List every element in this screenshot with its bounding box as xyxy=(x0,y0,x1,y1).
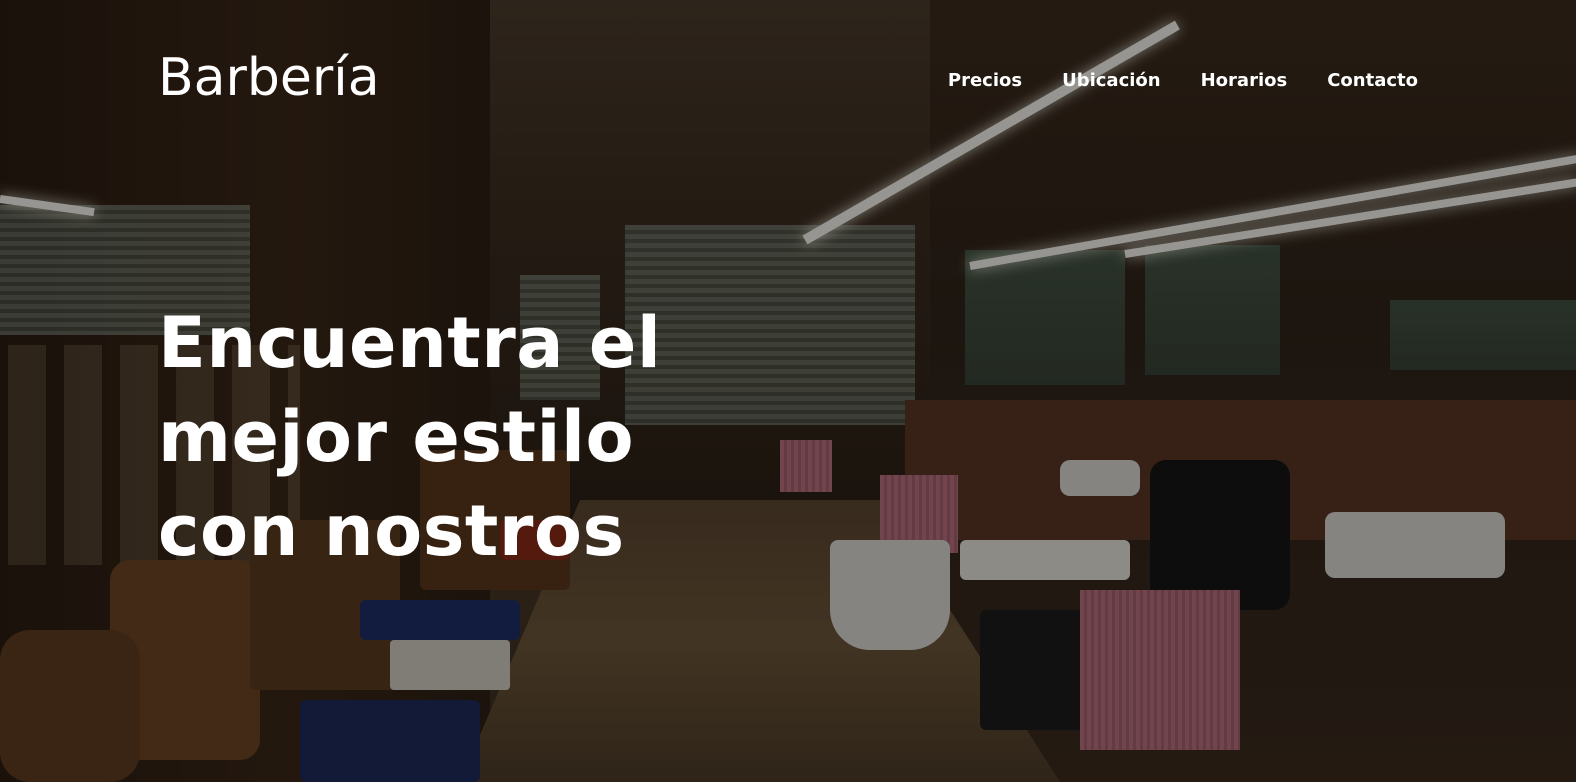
main-nav: Precios Ubicación Horarios Contacto xyxy=(948,70,1418,92)
nav-link-horarios[interactable]: Horarios xyxy=(1201,70,1288,92)
hero-section: Barbería Precios Ubicación Horarios Cont… xyxy=(0,0,1576,782)
nav-link-contacto[interactable]: Contacto xyxy=(1327,70,1418,92)
nav-link-ubicacion[interactable]: Ubicación xyxy=(1062,70,1161,92)
nav-link-precios[interactable]: Precios xyxy=(948,70,1022,92)
brand-logo[interactable]: Barbería xyxy=(158,52,380,104)
hero-headline: Encuentra el mejor estilo con nostros xyxy=(158,302,662,572)
